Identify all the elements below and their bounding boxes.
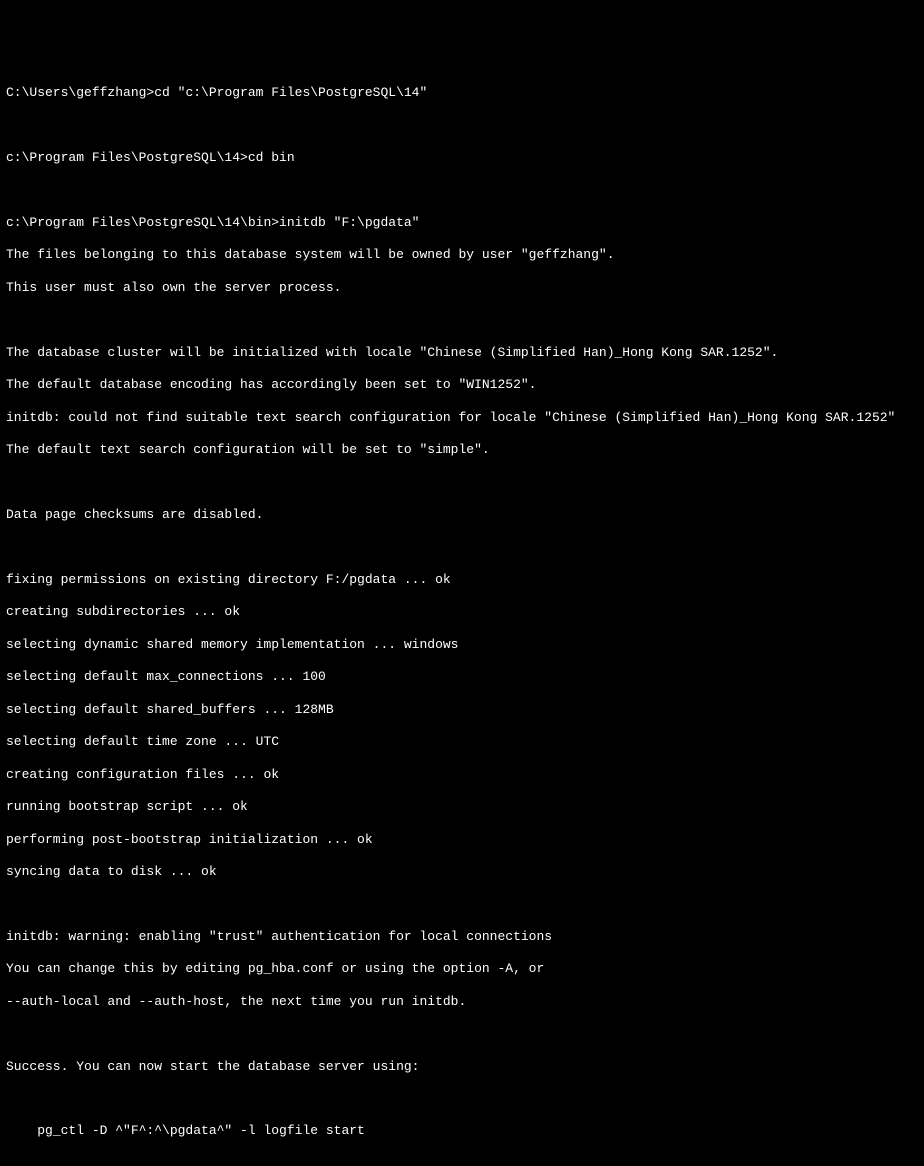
command: cd "c:\Program Files\PostgreSQL\14" [154,85,427,100]
output-line: selecting default time zone ... UTC [6,734,918,750]
output-line: performing post-bootstrap initialization… [6,832,918,848]
output-line: initdb: could not find suitable text sea… [6,410,918,426]
output-line: The database cluster will be initialized… [6,345,918,361]
output-line [6,897,918,913]
output-line: Success. You can now start the database … [6,1059,918,1075]
prompt: c:\Program Files\PostgreSQL\14\bin> [6,215,279,230]
output-line [6,1026,918,1042]
output-line: syncing data to disk ... ok [6,864,918,880]
output-line: selecting dynamic shared memory implemen… [6,637,918,653]
output-line: You can change this by editing pg_hba.co… [6,961,918,977]
output-line [6,539,918,555]
output-line [6,1156,918,1166]
prompt: C:\Users\geffzhang> [6,85,154,100]
output-line [6,312,918,328]
prompt: c:\Program Files\PostgreSQL\14> [6,150,248,165]
output-line: --auth-local and --auth-host, the next t… [6,994,918,1010]
output-line: The files belonging to this database sys… [6,247,918,263]
prompt-line: c:\Program Files\PostgreSQL\14\bin>initd… [6,215,918,231]
output-line: selecting default max_connections ... 10… [6,669,918,685]
prompt-line: c:\Program Files\PostgreSQL\14>cd bin [6,150,918,166]
output-line [6,118,918,134]
output-line: pg_ctl -D ^"F^:^\pgdata^" -l logfile sta… [6,1123,918,1139]
output-line: The default database encoding has accord… [6,377,918,393]
command: initdb "F:\pgdata" [279,215,419,230]
terminal-window[interactable]: C:\Users\geffzhang>cd "c:\Program Files\… [6,69,918,644]
output-line: Data page checksums are disabled. [6,507,918,523]
output-line: creating subdirectories ... ok [6,604,918,620]
output-line: creating configuration files ... ok [6,767,918,783]
output-line [6,475,918,491]
output-line: This user must also own the server proce… [6,280,918,296]
output-line [6,183,918,199]
output-line [6,1091,918,1107]
output-line: fixing permissions on existing directory… [6,572,918,588]
command: cd bin [248,150,295,165]
output-line: selecting default shared_buffers ... 128… [6,702,918,718]
output-line: The default text search configuration wi… [6,442,918,458]
output-line: running bootstrap script ... ok [6,799,918,815]
output-line: initdb: warning: enabling "trust" authen… [6,929,918,945]
prompt-line: C:\Users\geffzhang>cd "c:\Program Files\… [6,85,918,101]
